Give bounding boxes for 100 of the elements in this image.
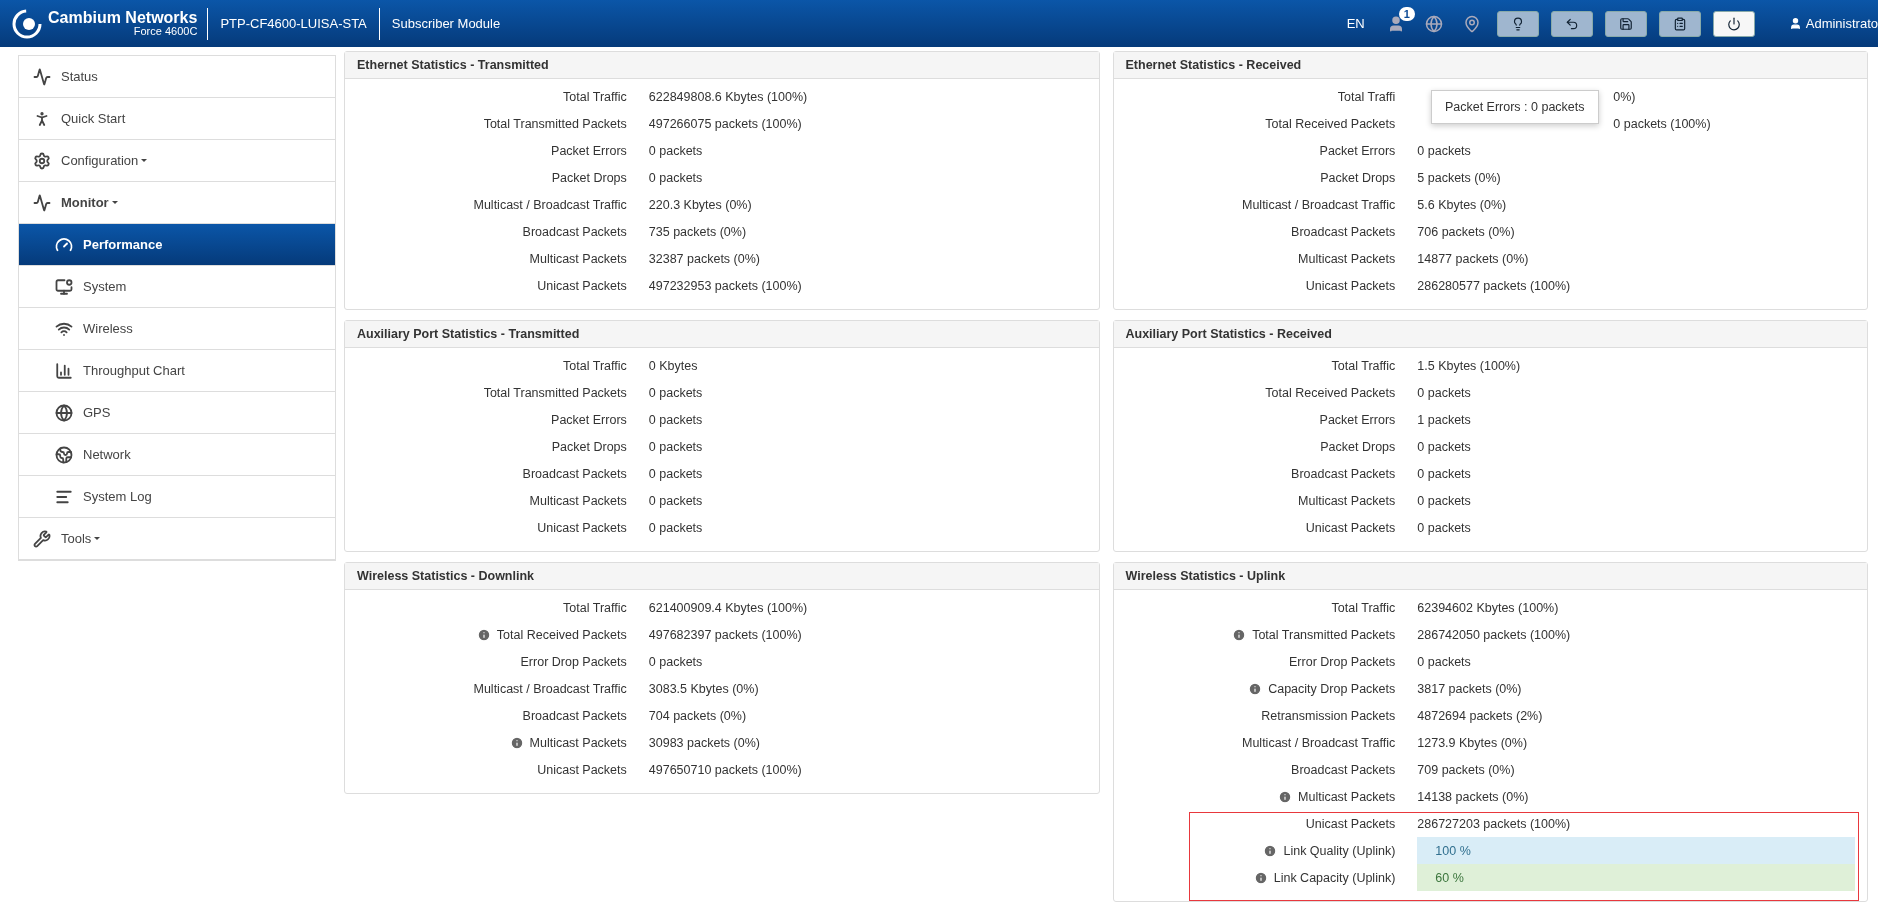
stat-value: 0 packets [648,412,703,427]
pulse-icon [33,67,51,86]
stat-value: 0 packets [1417,143,1471,158]
stat-value: 5 packets (0%) [1417,170,1501,185]
device-name: PTP-CF4600-LUISA-STA [208,7,380,40]
stat-value: 497232953 packets (100%) [648,278,802,293]
info-icon[interactable] [1278,789,1293,804]
globe-icon[interactable] [1424,14,1443,33]
stat-label: Packet Drops [551,439,628,454]
stat-label: Unicast Packets [537,278,628,293]
stat-value: 0 packets [1417,385,1471,400]
stat-label: Multicast / Broadcast Traffic [1242,197,1397,212]
lightbulb-button[interactable] [1496,10,1539,37]
save-button[interactable] [1604,10,1647,37]
power-icon [1726,16,1741,31]
stat-value: 0 packets [648,143,703,158]
notification-badge: 1 [1398,6,1415,21]
stat-label: Multicast / Broadcast Traffic [473,681,628,696]
stat-value: 0 packets [1417,520,1471,535]
stat-label: Unicast Packets [537,520,628,535]
stat-label: Packet Drops [551,170,628,185]
stat-label: Multicast Packets [1278,789,1418,804]
stat-value: 0 packets [648,654,703,669]
stat-value: 0 packets [1417,654,1471,669]
stat-value: 1273.9 Kbytes (0%) [1417,735,1528,750]
stat-value: 735 packets (0%) [648,224,747,239]
stat-label: Total Received Packets [476,627,649,642]
stat-value: 0 packets (100%) [1613,116,1711,131]
stat-label: Capacity Drop Packets [1248,681,1418,696]
power-button[interactable] [1712,10,1755,37]
info-icon[interactable] [1232,627,1247,642]
stat-label: Total Traffi [1337,89,1397,104]
map-pin-icon[interactable] [1462,14,1481,33]
stat-value: 1.5 Kbytes (100%) [1417,358,1521,373]
logo-icon [12,8,42,39]
monitor-icon [55,277,73,296]
mode-label: Subscriber Module [390,15,502,33]
stat-label: Unicast Packets [537,762,628,777]
language-selector[interactable]: EN [1334,7,1377,40]
stat-value: 60 % [1417,864,1855,891]
stat-value: 709 packets (0%) [1417,762,1515,777]
stat-label: Packet Drops [1320,439,1397,454]
stat-label: Multicast Packets [1298,493,1397,508]
stat-value: 621400909.4 Kbytes (100%) [648,600,808,615]
stat-value: 704 packets (0%) [648,708,747,723]
stat-label: Total Transmitted Packets [483,385,628,400]
stat-label: Multicast Packets [509,735,649,750]
stat-label: Broadcast Packets [1291,762,1397,777]
model-name: Force 4600C [133,26,198,37]
stat-label: Total Transmitted Packets [483,116,628,131]
stat-label: Broadcast Packets [1291,466,1397,481]
stat-label: Packet Errors [551,412,628,427]
stat-value: 497266075 packets (100%) [648,116,802,131]
stat-label: Packet Errors [551,143,628,158]
stat-value: 0 packets [648,493,703,508]
info-icon[interactable] [1263,843,1278,858]
panel-title: Auxiliary Port Statistics - Received [1113,321,1867,348]
clipboard-icon [1672,16,1687,31]
stat-label: Multicast / Broadcast Traffic [473,197,628,212]
stat-label: Unicast Packets [1305,278,1397,293]
panel-title: Ethernet Statistics - Received [1113,52,1867,79]
stat-label: Multicast Packets [529,251,628,266]
stat-label: Total Transmitted Packets [1232,627,1418,642]
info-icon[interactable] [476,627,491,642]
save-icon [1618,16,1633,31]
undo-button[interactable] [1550,10,1593,37]
stat-value: 32387 packets (0%) [648,251,760,266]
sidebar-item[interactable]: Performance [19,224,335,266]
earth-icon [55,445,73,464]
panel-title: Auxiliary Port Statistics - Transmitted [345,321,1099,348]
info-icon[interactable] [1253,870,1268,885]
stat-value: 3083.5 Kbytes (0%) [648,681,759,696]
stat-label: Error Drop Packets [520,654,628,669]
stat-value: 62394602 Kbytes (100%) [1417,600,1559,615]
stat-value: 286742050 packets (100%) [1417,627,1571,642]
info-icon[interactable] [1248,681,1263,696]
stat-value: 0 packets [648,520,703,535]
stat-value: 1 packets [1417,412,1471,427]
stat-label: Multicast / Broadcast Traffic [1242,735,1397,750]
stat-value: 622849808.6 Kbytes (100%) [648,89,808,104]
stat-label: Packet Errors [1319,143,1397,158]
gauge-icon [55,235,73,254]
globe-icon [55,403,73,422]
stat-value: 0 packets [1417,493,1471,508]
stat-label: Error Drop Packets [1289,654,1397,669]
stat-label: Retransmission Packets [1261,708,1397,723]
tooltip: Packet Errors : 0 packets [1430,90,1599,124]
stat-value: 220.3 Kbytes (0%) [648,197,752,212]
info-icon[interactable] [509,735,524,750]
stat-label: Total Traffic [1331,358,1397,373]
clipboard-button[interactable] [1658,10,1701,37]
stat-value: 286727203 packets (100%) [1417,816,1571,831]
stat-label: Unicast Packets [1305,816,1397,831]
stat-value: 4872694 packets (2%) [1417,708,1543,723]
user-icon [1788,17,1802,30]
stat-value: 3817 packets (0%) [1417,681,1522,696]
stat-label: Unicast Packets [1305,520,1397,535]
panel-title: Wireless Statistics - Uplink [1113,563,1867,590]
user-menu[interactable]: Administrato [1788,16,1878,31]
stat-label: Total Traffic [563,89,628,104]
